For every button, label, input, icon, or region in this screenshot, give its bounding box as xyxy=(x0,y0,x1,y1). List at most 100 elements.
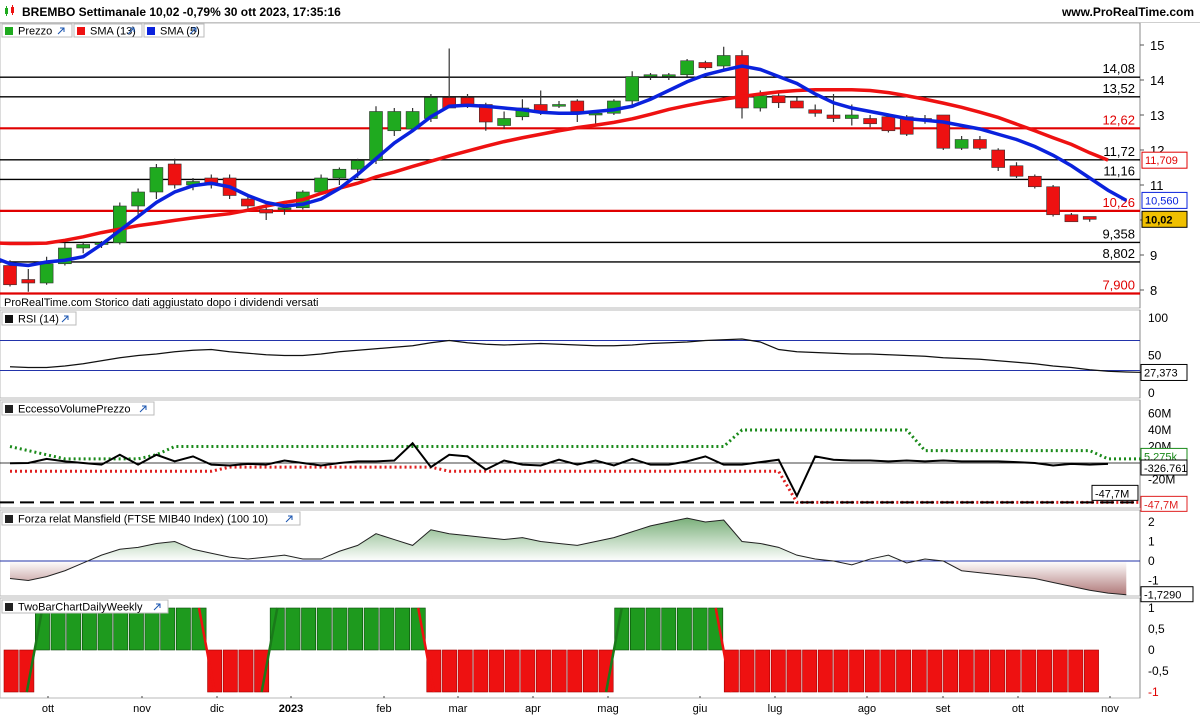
candle-body xyxy=(21,279,36,284)
candle-body xyxy=(844,114,859,119)
x-axis-label: mag xyxy=(597,703,618,715)
level-label: 11,16 xyxy=(1103,163,1135,178)
candle-body xyxy=(1009,165,1024,177)
rsi-tick-label: 100 xyxy=(1148,311,1168,325)
twobar-bar xyxy=(692,607,708,651)
legend-label: RSI (14) xyxy=(18,314,59,326)
twobar-bar xyxy=(927,649,943,693)
legend-swatch xyxy=(77,27,85,35)
legend-swatch xyxy=(5,27,13,35)
candle-body xyxy=(826,114,841,119)
badge-label: 10,560 xyxy=(1145,195,1179,207)
legend-mansfield[interactable]: Forza relat Mansfield (FTSE MIB40 Index)… xyxy=(1,511,301,526)
mansfield-badge: -1,7290 xyxy=(1140,586,1194,603)
candle-body xyxy=(863,118,877,125)
candle-body xyxy=(1046,186,1060,216)
twobar-bar xyxy=(473,649,489,693)
twobar-bar xyxy=(175,607,191,651)
twobar-bar xyxy=(520,649,536,693)
chart-area[interactable]: 14,0813,5212,6211,7211,1610,269,3588,802… xyxy=(0,22,1200,720)
twobar-bar xyxy=(536,649,551,693)
twobar-bar xyxy=(285,607,301,651)
candle-body xyxy=(387,111,402,132)
legend-sma5[interactable]: SMA (5) xyxy=(143,23,205,38)
twobar-bar xyxy=(802,649,818,693)
candle-body xyxy=(625,76,640,102)
badge-label: 27,373 xyxy=(1144,367,1178,379)
candle-body xyxy=(771,95,786,104)
twobar-bar xyxy=(144,607,160,651)
twobar-bar xyxy=(896,649,912,693)
mansfield-negative-area xyxy=(10,561,1127,595)
candle-body xyxy=(698,62,713,69)
twobar-bar xyxy=(348,607,364,651)
volume-lower-band xyxy=(10,465,1163,504)
volume-line xyxy=(9,441,1109,499)
twobar-bar xyxy=(442,649,457,693)
candle-body xyxy=(716,55,731,67)
chart-header: BREMBO Settimanale 10,02 -0,79% 30 ott 2… xyxy=(0,0,1200,23)
price-tick-label: 8 xyxy=(1150,283,1157,298)
volume-tick-label: 60M xyxy=(1148,407,1171,421)
twobar-bar xyxy=(97,607,113,651)
candle-body xyxy=(680,60,694,76)
badge-label: -47,7M xyxy=(1095,488,1129,500)
candle-body xyxy=(277,207,292,210)
candle-body xyxy=(332,168,347,179)
rsi-tick-label: 0 xyxy=(1148,386,1155,400)
candle-body xyxy=(3,265,17,286)
twobar-tick-label: 0 xyxy=(1148,643,1155,657)
twobar-bar xyxy=(160,607,176,651)
candle-body xyxy=(643,74,658,77)
twobar-bar xyxy=(990,649,1005,693)
candle-body xyxy=(1082,216,1097,220)
twobar-bar xyxy=(880,649,896,693)
twobar-bar xyxy=(81,607,97,651)
rsi-line xyxy=(9,338,1145,374)
candle-body xyxy=(954,139,969,149)
candle-body xyxy=(973,139,987,149)
candle-body xyxy=(149,167,164,193)
candle-body xyxy=(808,109,823,114)
legend-swatch xyxy=(5,603,13,611)
legend-prezzo[interactable]: Prezzo xyxy=(1,23,73,38)
twobar-tick-label: -0,5 xyxy=(1148,664,1169,678)
twobar-bar xyxy=(833,649,849,693)
level-label: 8,802 xyxy=(1102,246,1135,261)
legend-label: SMA (5) xyxy=(160,26,200,38)
twobar-bar xyxy=(316,607,332,651)
legend-twobar[interactable]: TwoBarChartDailyWeekly xyxy=(1,599,169,614)
twobar-tick-label: -1 xyxy=(1148,685,1159,699)
x-axis-label: mar xyxy=(449,703,468,715)
legend-rsi[interactable]: RSI (14) xyxy=(1,311,77,326)
legend-volume[interactable]: EccessoVolumePrezzo xyxy=(1,401,155,416)
twobar-bar xyxy=(128,607,144,651)
candle-body xyxy=(735,55,749,109)
legend-sma13[interactable]: SMA (13) xyxy=(73,23,143,38)
volume-badge: -47,7M xyxy=(1091,484,1139,501)
panel-frame-rsi xyxy=(0,309,1141,399)
badge-label: 11,709 xyxy=(1145,155,1178,167)
candle-body xyxy=(570,100,585,112)
level-label: 13,52 xyxy=(1102,81,1135,96)
twobar-bar xyxy=(1052,649,1068,693)
twobar-bar xyxy=(363,607,379,651)
rsi-badge: 27,373 xyxy=(1140,363,1188,381)
candle-body xyxy=(131,191,145,207)
legend-swatch xyxy=(147,27,155,35)
candle-body xyxy=(881,116,896,132)
panel-frame-volume xyxy=(0,399,1141,509)
twobar-bar xyxy=(943,649,958,693)
twobar-bar xyxy=(755,649,771,693)
x-axis-label: giu xyxy=(693,703,708,715)
candle-body xyxy=(113,205,127,244)
x-axis-label: ago xyxy=(858,703,876,715)
twobar-bar xyxy=(974,649,990,693)
candle-body xyxy=(314,177,328,193)
mansfield-tick-label: 2 xyxy=(1148,515,1155,529)
badge-label: -326.761 xyxy=(1144,463,1187,475)
candle-body xyxy=(350,160,365,170)
x-axis-label: dic xyxy=(210,703,225,715)
twobar-bar xyxy=(739,649,755,693)
badge-label: 10,02 xyxy=(1145,214,1173,226)
